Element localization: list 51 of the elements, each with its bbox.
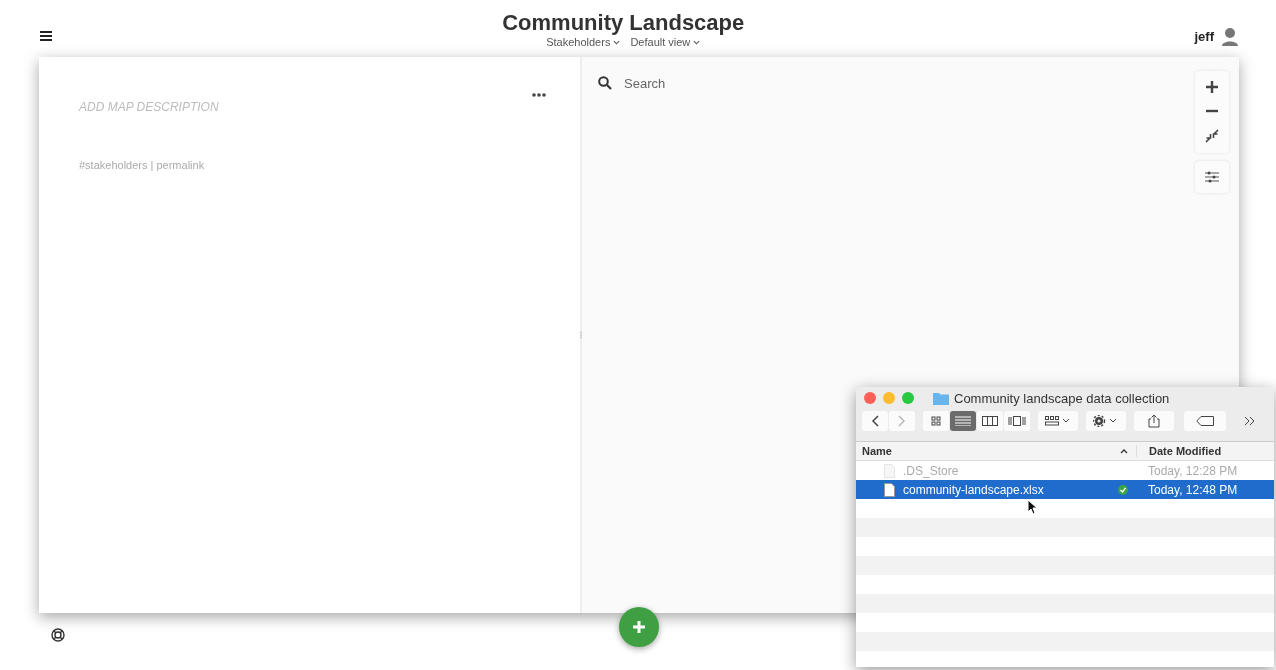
file-row[interactable]: community-landscape.xlsx Today, 12:48 PM: [856, 480, 1274, 499]
collapse-icon[interactable]: [1205, 129, 1219, 143]
share-button[interactable]: [1134, 411, 1174, 431]
map-title: Community Landscape: [502, 10, 745, 36]
grid-icon: [931, 416, 941, 426]
file-name: .DS_Store: [903, 463, 960, 478]
file-name: community-landscape.xlsx: [903, 482, 1045, 497]
arrange-button[interactable]: [1038, 411, 1078, 431]
view-dropdown[interactable]: Default view: [630, 36, 701, 48]
close-icon[interactable]: [864, 392, 876, 404]
add-button[interactable]: [619, 607, 659, 647]
view-mode-button[interactable]: [977, 411, 1003, 431]
zoom-out-icon[interactable]: [1206, 109, 1218, 113]
document-icon: [884, 482, 895, 497]
back-button[interactable]: [862, 411, 888, 431]
list-icon: [955, 416, 971, 426]
mouse-cursor-icon: [1027, 499, 1037, 515]
caret-icon: [693, 39, 701, 45]
menu-icon[interactable]: [40, 31, 52, 41]
more-tools-icon[interactable]: [1244, 416, 1256, 426]
view-mode-button[interactable]: [1004, 411, 1030, 431]
sliders-icon[interactable]: [1205, 171, 1219, 183]
columns-icon: [982, 416, 998, 426]
coverflow-icon: [1008, 416, 1026, 426]
chevron-right-icon: [898, 415, 906, 427]
action-button[interactable]: [1086, 411, 1126, 431]
share-icon: [1148, 414, 1160, 428]
search-field[interactable]: Search: [622, 74, 746, 92]
avatar-icon[interactable]: [1220, 26, 1240, 46]
column-header[interactable]: Name: [856, 445, 1137, 457]
plus-icon: [632, 620, 646, 634]
view-mode-button[interactable]: [923, 411, 949, 431]
zoom-in-icon[interactable]: [1206, 81, 1218, 93]
column-header[interactable]: Date Modified: [1137, 445, 1222, 457]
modified-date: Today, 12:28 PM: [1148, 463, 1238, 478]
caret-icon: [613, 39, 621, 45]
sort-ascending-icon: [1120, 448, 1128, 454]
modified-date: Today, 12:48 PM: [1148, 482, 1238, 497]
tag-icon: [1196, 416, 1214, 426]
arrange-icon: [1045, 416, 1071, 426]
folder-icon: [933, 391, 949, 405]
tag-button[interactable]: [1184, 411, 1226, 431]
user-name[interactable]: jeff: [1194, 28, 1214, 44]
window-title: Community landscape data collection: [954, 390, 1170, 406]
help-icon[interactable]: [51, 628, 65, 642]
search-icon: [598, 76, 612, 90]
chevron-left-icon: [871, 415, 879, 427]
view-dropdown[interactable]: Stakeholders: [546, 36, 621, 48]
document-icon: [884, 463, 895, 478]
gear-icon: [1093, 415, 1119, 427]
more-icon[interactable]: [532, 93, 546, 97]
